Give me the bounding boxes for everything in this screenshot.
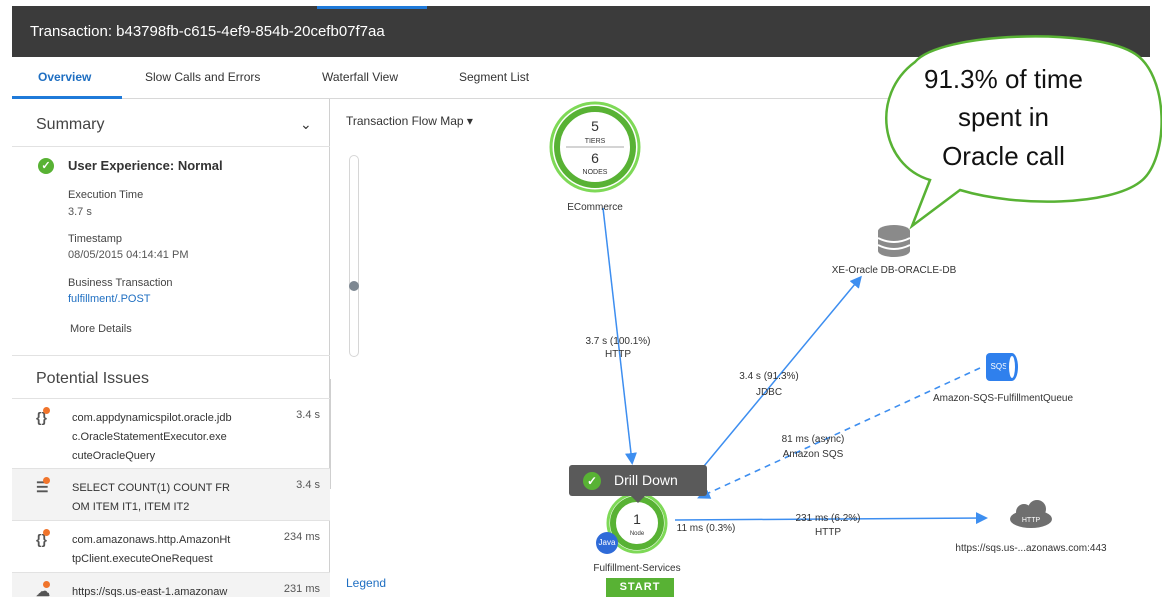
ecommerce-tiers-label: TIERS	[585, 138, 606, 145]
edge-label-sqs-time: 81 ms (async)	[782, 434, 845, 445]
edge-label-self-time: 11 ms (0.3%)	[677, 523, 736, 534]
fulfillment-services-name: Fulfillment-Services	[593, 563, 680, 574]
ecommerce-nodes-label: NODES	[583, 169, 608, 176]
transaction-snapshot-window: Transaction: b43798fb-c615-4ef9-854b-20c…	[0, 0, 1162, 597]
java-badge-icon: Java	[596, 532, 618, 554]
legend-link[interactable]: Legend	[346, 576, 386, 590]
queue-cap	[1006, 353, 1018, 381]
edge-label-jdbc-proto: JDBC	[756, 387, 782, 398]
edge-label-sqs-proto: Amazon SQS	[783, 449, 844, 460]
edge-label-jdbc-time: 3.4 s (91.3%)	[739, 371, 798, 382]
http-backend-name: https://sqs.us-...azonaws.com:443	[955, 543, 1107, 554]
sqs-queue-icon[interactable]: SQS	[986, 353, 1020, 381]
callout-line: spent in	[957, 102, 1050, 132]
drill-down-button[interactable]: ✓ Drill Down	[569, 465, 707, 503]
callout-annotation: 91.3% of time spent in Oracle call	[845, 50, 1162, 230]
edge-ecommerce-to-fulfillment	[602, 207, 637, 465]
edge-fulfillment-to-sqs	[697, 367, 981, 499]
window-edge	[1150, 6, 1162, 57]
fulfillment-node-count: 1	[633, 511, 641, 527]
check-circle-icon: ✓	[583, 472, 601, 490]
edge-label-http-ext-time: 231 ms (6.2%)	[795, 513, 860, 524]
callout-line: 91.3% of time	[924, 64, 1083, 94]
drill-down-label: Drill Down	[614, 472, 678, 488]
http-badge: HTTP	[1022, 517, 1041, 524]
edge-label-http-time: 3.7 s (100.1%)	[585, 336, 650, 347]
edge-label-http-proto: HTTP	[605, 349, 631, 360]
oracle-db-name: XE-Oracle DB-ORACLE-DB	[832, 265, 957, 276]
ecommerce-tiers-count: 5	[591, 118, 599, 134]
ecommerce-nodes-count: 6	[591, 150, 599, 166]
start-badge: START	[606, 578, 674, 597]
sqs-queue-name: Amazon-SQS-FulfillmentQueue	[933, 393, 1073, 404]
ecommerce-name: ECommerce	[567, 202, 623, 213]
edge-label-http-ext-proto: HTTP	[815, 527, 841, 538]
fulfillment-node-label: Node	[630, 531, 645, 537]
tooltip-pointer	[631, 496, 645, 503]
callout-line: Oracle call	[942, 141, 1065, 171]
